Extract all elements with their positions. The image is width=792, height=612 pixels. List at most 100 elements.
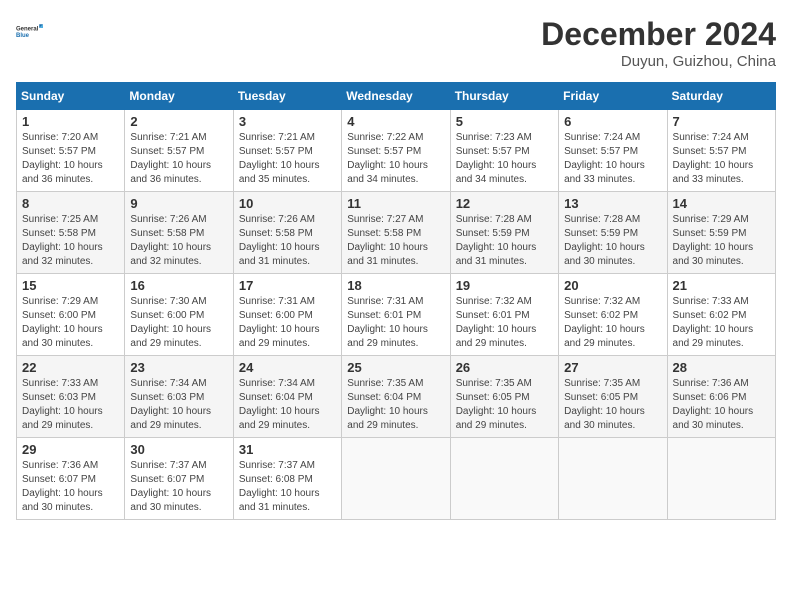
day-info: Sunrise: 7:37 AMSunset: 6:07 PMDaylight:… xyxy=(130,459,227,515)
calendar-table: SundayMondayTuesdayWednesdayThursdayFrid… xyxy=(16,82,776,520)
calendar-week-row: 1 Sunrise: 7:20 AMSunset: 5:57 PMDayligh… xyxy=(17,110,776,192)
calendar-day-cell: 20 Sunrise: 7:32 AMSunset: 6:02 PMDaylig… xyxy=(559,274,667,356)
calendar-day-cell: 3 Sunrise: 7:21 AMSunset: 5:57 PMDayligh… xyxy=(233,110,341,192)
day-info: Sunrise: 7:25 AMSunset: 5:58 PMDaylight:… xyxy=(22,213,119,269)
calendar-week-row: 8 Sunrise: 7:25 AMSunset: 5:58 PMDayligh… xyxy=(17,192,776,274)
calendar-day-cell: 27 Sunrise: 7:35 AMSunset: 6:05 PMDaylig… xyxy=(559,356,667,438)
day-number: 15 xyxy=(22,278,119,293)
day-number: 23 xyxy=(130,360,227,375)
calendar-day-cell: 12 Sunrise: 7:28 AMSunset: 5:59 PMDaylig… xyxy=(450,192,558,274)
day-info: Sunrise: 7:35 AMSunset: 6:04 PMDaylight:… xyxy=(347,377,444,433)
day-info: Sunrise: 7:33 AMSunset: 6:03 PMDaylight:… xyxy=(22,377,119,433)
day-info: Sunrise: 7:36 AMSunset: 6:07 PMDaylight:… xyxy=(22,459,119,515)
day-number: 9 xyxy=(130,196,227,211)
day-number: 5 xyxy=(456,114,553,129)
day-info: Sunrise: 7:28 AMSunset: 5:59 PMDaylight:… xyxy=(564,213,661,269)
calendar-day-header: Wednesday xyxy=(342,83,450,110)
day-number: 29 xyxy=(22,442,119,457)
calendar-day-cell: 15 Sunrise: 7:29 AMSunset: 6:00 PMDaylig… xyxy=(17,274,125,356)
calendar-day-header: Friday xyxy=(559,83,667,110)
day-info: Sunrise: 7:26 AMSunset: 5:58 PMDaylight:… xyxy=(130,213,227,269)
day-info: Sunrise: 7:24 AMSunset: 5:57 PMDaylight:… xyxy=(673,131,770,187)
calendar-day-header: Saturday xyxy=(667,83,775,110)
day-info: Sunrise: 7:35 AMSunset: 6:05 PMDaylight:… xyxy=(564,377,661,433)
day-number: 19 xyxy=(456,278,553,293)
day-number: 3 xyxy=(239,114,336,129)
calendar-day-cell xyxy=(342,438,450,520)
calendar-day-cell: 8 Sunrise: 7:25 AMSunset: 5:58 PMDayligh… xyxy=(17,192,125,274)
calendar-header-row: SundayMondayTuesdayWednesdayThursdayFrid… xyxy=(17,83,776,110)
day-info: Sunrise: 7:35 AMSunset: 6:05 PMDaylight:… xyxy=(456,377,553,433)
calendar-day-cell: 23 Sunrise: 7:34 AMSunset: 6:03 PMDaylig… xyxy=(125,356,233,438)
calendar-week-row: 29 Sunrise: 7:36 AMSunset: 6:07 PMDaylig… xyxy=(17,438,776,520)
day-number: 13 xyxy=(564,196,661,211)
calendar-day-cell: 19 Sunrise: 7:32 AMSunset: 6:01 PMDaylig… xyxy=(450,274,558,356)
day-number: 26 xyxy=(456,360,553,375)
calendar-day-cell: 24 Sunrise: 7:34 AMSunset: 6:04 PMDaylig… xyxy=(233,356,341,438)
day-info: Sunrise: 7:31 AMSunset: 6:01 PMDaylight:… xyxy=(347,295,444,351)
logo-icon: GeneralBlue xyxy=(16,16,46,46)
day-info: Sunrise: 7:23 AMSunset: 5:57 PMDaylight:… xyxy=(456,131,553,187)
calendar-day-header: Tuesday xyxy=(233,83,341,110)
month-title: December 2024 xyxy=(541,16,776,53)
day-number: 22 xyxy=(22,360,119,375)
calendar-day-cell: 13 Sunrise: 7:28 AMSunset: 5:59 PMDaylig… xyxy=(559,192,667,274)
day-number: 21 xyxy=(673,278,770,293)
day-number: 24 xyxy=(239,360,336,375)
day-info: Sunrise: 7:22 AMSunset: 5:57 PMDaylight:… xyxy=(347,131,444,187)
calendar-day-cell: 29 Sunrise: 7:36 AMSunset: 6:07 PMDaylig… xyxy=(17,438,125,520)
svg-text:General: General xyxy=(16,26,39,32)
day-info: Sunrise: 7:34 AMSunset: 6:03 PMDaylight:… xyxy=(130,377,227,433)
calendar-day-cell: 14 Sunrise: 7:29 AMSunset: 5:59 PMDaylig… xyxy=(667,192,775,274)
day-info: Sunrise: 7:27 AMSunset: 5:58 PMDaylight:… xyxy=(347,213,444,269)
calendar-day-cell xyxy=(667,438,775,520)
calendar-day-cell: 6 Sunrise: 7:24 AMSunset: 5:57 PMDayligh… xyxy=(559,110,667,192)
day-number: 28 xyxy=(673,360,770,375)
day-info: Sunrise: 7:29 AMSunset: 6:00 PMDaylight:… xyxy=(22,295,119,351)
calendar-day-cell: 28 Sunrise: 7:36 AMSunset: 6:06 PMDaylig… xyxy=(667,356,775,438)
calendar-day-cell: 26 Sunrise: 7:35 AMSunset: 6:05 PMDaylig… xyxy=(450,356,558,438)
day-number: 7 xyxy=(673,114,770,129)
day-info: Sunrise: 7:21 AMSunset: 5:57 PMDaylight:… xyxy=(239,131,336,187)
calendar-day-cell: 30 Sunrise: 7:37 AMSunset: 6:07 PMDaylig… xyxy=(125,438,233,520)
day-number: 11 xyxy=(347,196,444,211)
day-number: 20 xyxy=(564,278,661,293)
day-info: Sunrise: 7:29 AMSunset: 5:59 PMDaylight:… xyxy=(673,213,770,269)
day-number: 16 xyxy=(130,278,227,293)
day-info: Sunrise: 7:34 AMSunset: 6:04 PMDaylight:… xyxy=(239,377,336,433)
day-number: 27 xyxy=(564,360,661,375)
day-number: 2 xyxy=(130,114,227,129)
day-number: 4 xyxy=(347,114,444,129)
calendar-day-cell xyxy=(559,438,667,520)
day-number: 17 xyxy=(239,278,336,293)
location: Duyun, Guizhou, China xyxy=(541,53,776,70)
day-info: Sunrise: 7:20 AMSunset: 5:57 PMDaylight:… xyxy=(22,131,119,187)
day-info: Sunrise: 7:28 AMSunset: 5:59 PMDaylight:… xyxy=(456,213,553,269)
calendar-week-row: 22 Sunrise: 7:33 AMSunset: 6:03 PMDaylig… xyxy=(17,356,776,438)
calendar-day-cell: 11 Sunrise: 7:27 AMSunset: 5:58 PMDaylig… xyxy=(342,192,450,274)
day-info: Sunrise: 7:30 AMSunset: 6:00 PMDaylight:… xyxy=(130,295,227,351)
day-info: Sunrise: 7:31 AMSunset: 6:00 PMDaylight:… xyxy=(239,295,336,351)
day-number: 6 xyxy=(564,114,661,129)
calendar-day-cell: 10 Sunrise: 7:26 AMSunset: 5:58 PMDaylig… xyxy=(233,192,341,274)
calendar-day-cell: 22 Sunrise: 7:33 AMSunset: 6:03 PMDaylig… xyxy=(17,356,125,438)
day-number: 25 xyxy=(347,360,444,375)
calendar-day-cell: 31 Sunrise: 7:37 AMSunset: 6:08 PMDaylig… xyxy=(233,438,341,520)
calendar-day-cell: 17 Sunrise: 7:31 AMSunset: 6:00 PMDaylig… xyxy=(233,274,341,356)
day-info: Sunrise: 7:36 AMSunset: 6:06 PMDaylight:… xyxy=(673,377,770,433)
day-info: Sunrise: 7:32 AMSunset: 6:02 PMDaylight:… xyxy=(564,295,661,351)
title-block: December 2024 Duyun, Guizhou, China xyxy=(541,16,776,70)
calendar-day-cell: 1 Sunrise: 7:20 AMSunset: 5:57 PMDayligh… xyxy=(17,110,125,192)
calendar-day-header: Thursday xyxy=(450,83,558,110)
day-info: Sunrise: 7:24 AMSunset: 5:57 PMDaylight:… xyxy=(564,131,661,187)
calendar-day-cell: 7 Sunrise: 7:24 AMSunset: 5:57 PMDayligh… xyxy=(667,110,775,192)
calendar-day-cell: 16 Sunrise: 7:30 AMSunset: 6:00 PMDaylig… xyxy=(125,274,233,356)
day-number: 30 xyxy=(130,442,227,457)
day-info: Sunrise: 7:37 AMSunset: 6:08 PMDaylight:… xyxy=(239,459,336,515)
day-number: 8 xyxy=(22,196,119,211)
calendar-day-cell: 25 Sunrise: 7:35 AMSunset: 6:04 PMDaylig… xyxy=(342,356,450,438)
day-info: Sunrise: 7:32 AMSunset: 6:01 PMDaylight:… xyxy=(456,295,553,351)
calendar-day-header: Sunday xyxy=(17,83,125,110)
svg-text:Blue: Blue xyxy=(16,33,30,39)
day-number: 18 xyxy=(347,278,444,293)
